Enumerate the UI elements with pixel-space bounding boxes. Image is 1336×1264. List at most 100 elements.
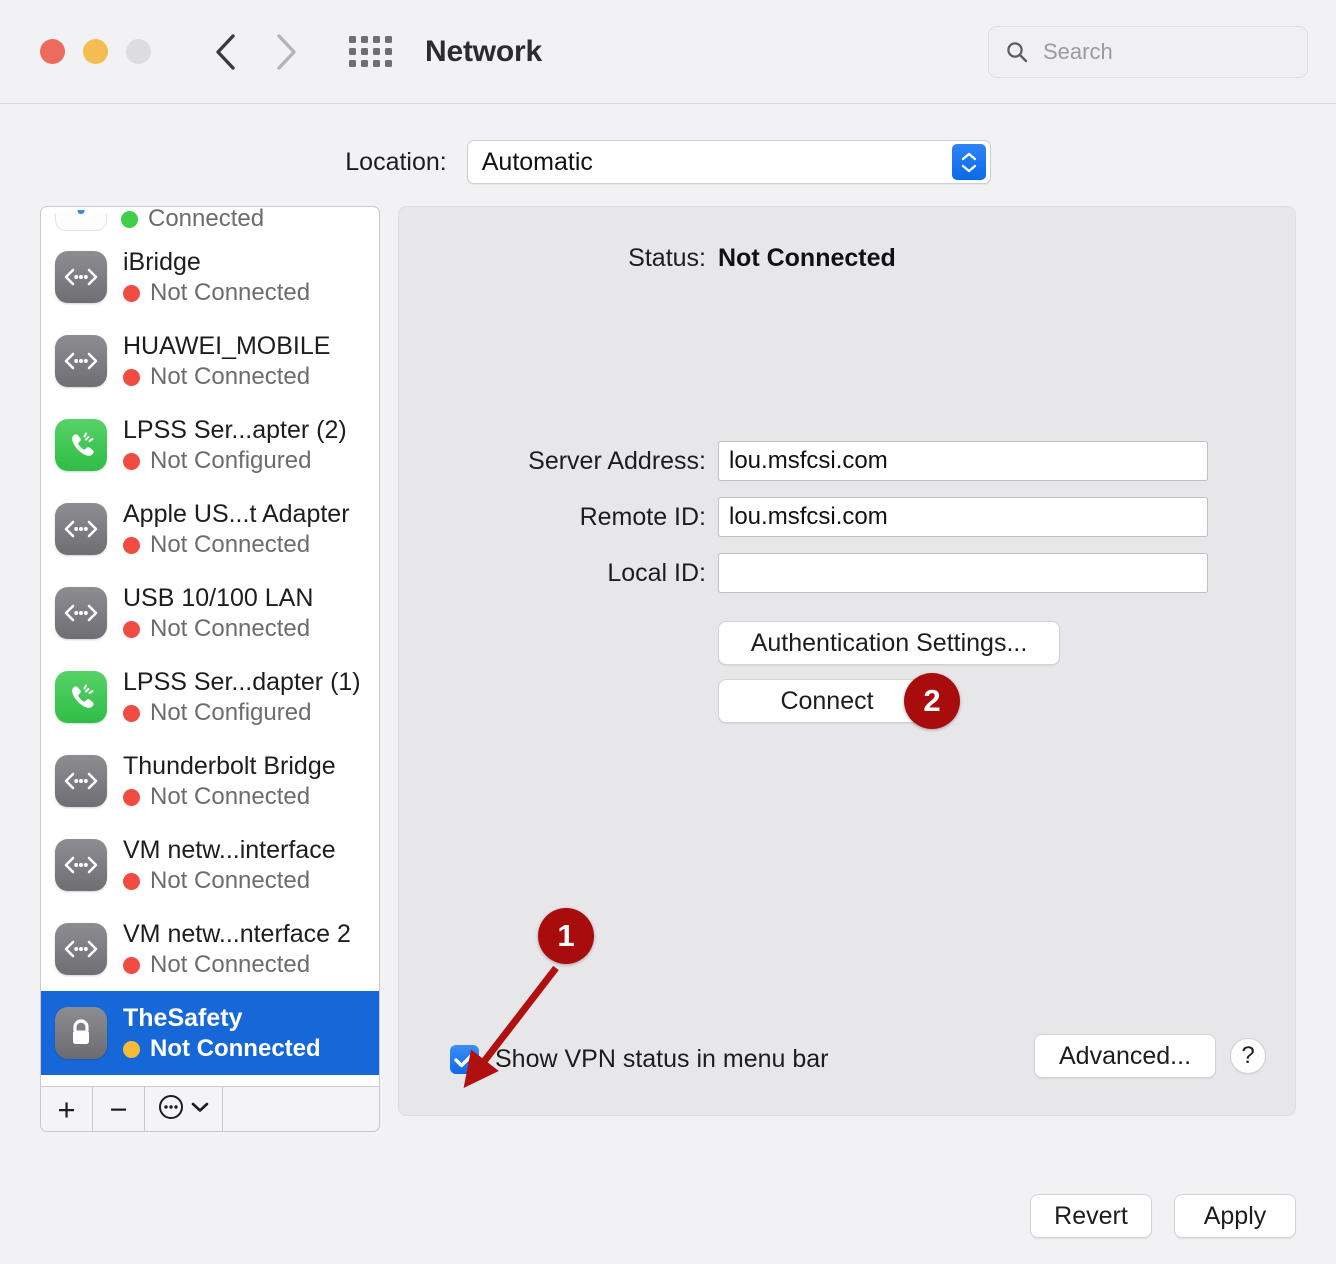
location-label: Location: <box>345 148 446 177</box>
search-field[interactable]: Search <box>988 26 1308 78</box>
back-button[interactable] <box>203 29 249 75</box>
remote-id-row: Remote ID: lou.msfcsi.com <box>398 497 1296 537</box>
list-item[interactable]: LPSS Ser...apter (2) Not Configured <box>41 403 379 487</box>
server-address-input[interactable]: lou.msfcsi.com <box>718 441 1208 481</box>
status-badge: Not Configured <box>123 449 347 473</box>
minimize-button[interactable] <box>83 39 108 64</box>
status-dot-red <box>123 789 140 806</box>
status-dot-red <box>123 453 140 470</box>
server-address-label: Server Address: <box>398 447 718 476</box>
zoom-button[interactable] <box>126 39 151 64</box>
list-item-status: Not Connected <box>150 617 310 641</box>
add-service-button[interactable]: + <box>41 1087 93 1131</box>
ethernet-icon <box>55 587 107 639</box>
status-dot-red <box>123 369 140 386</box>
list-item-name: LPSS Ser...apter (2) <box>123 416 347 444</box>
layout-spacer <box>398 679 718 723</box>
service-actions-button[interactable] <box>145 1087 223 1131</box>
revert-button[interactable]: Revert <box>1030 1194 1152 1238</box>
status-dot-red <box>123 873 140 890</box>
services-list[interactable]: Connected iBridge Not Connected <box>40 206 380 1086</box>
list-item[interactable]: iBridge Not Connected <box>41 235 379 319</box>
remote-id-label: Remote ID: <box>398 503 718 532</box>
status-dot-yellow <box>123 1041 140 1058</box>
list-item-info: iBridge Not Connected <box>123 249 310 306</box>
connect-row: Connect 2 <box>398 679 1296 723</box>
ethernet-icon <box>55 251 107 303</box>
traffic-lights <box>40 39 151 64</box>
list-item-name: TheSafety <box>123 1004 242 1032</box>
list-item-status: Not Connected <box>150 281 310 305</box>
list-item-name: Apple US...t Adapter <box>123 500 350 528</box>
close-button[interactable] <box>40 39 65 64</box>
status-dot-red <box>123 957 140 974</box>
modem-icon <box>55 671 107 723</box>
list-item-status: Not Connected <box>150 953 310 977</box>
forward-button[interactable] <box>263 29 309 75</box>
list-item-info: Apple US...t Adapter Not Connected <box>123 501 350 558</box>
auth-settings-row: Authentication Settings... <box>398 621 1296 665</box>
ethernet-icon <box>55 503 107 555</box>
footer-actions: Revert Apply <box>1030 1194 1296 1238</box>
advanced-row: Advanced... ? <box>1034 1034 1266 1078</box>
list-item-thesafety[interactable]: TheSafety Not Connected <box>41 991 379 1075</box>
status-badge: Connected <box>121 207 264 231</box>
ethernet-icon <box>55 335 107 387</box>
list-item[interactable]: USB 10/100 LAN Not Connected <box>41 571 379 655</box>
list-item-name: VM netw...interface <box>123 836 336 864</box>
list-item-status: Not Configured <box>150 449 311 473</box>
authentication-settings-button[interactable]: Authentication Settings... <box>718 621 1060 665</box>
minus-icon: − <box>109 1094 127 1125</box>
show-vpn-status-row[interactable]: Show VPN status in menu bar <box>450 1045 829 1074</box>
advanced-button[interactable]: Advanced... <box>1034 1034 1216 1078</box>
list-item-status: Not Connected <box>150 365 310 389</box>
list-item[interactable]: Thunderbolt Bridge Not Connected <box>41 739 379 823</box>
list-item-info: Thunderbolt Bridge Not Connected <box>123 753 336 810</box>
list-item-status: Not Connected <box>150 785 310 809</box>
apply-button[interactable]: Apply <box>1174 1194 1296 1238</box>
status-row: Status: Not Connected <box>398 206 1296 273</box>
status-value: Not Connected <box>718 244 896 273</box>
status-dot-red <box>123 621 140 638</box>
status-dot-green <box>121 211 138 228</box>
list-item-info: LPSS Ser...dapter (1) Not Configured <box>123 669 361 726</box>
status-badge: Not Connected <box>123 785 336 809</box>
main-content: Connected iBridge Not Connected <box>0 184 1336 1132</box>
toolbar-filler <box>223 1087 379 1131</box>
status-badge: Not Connected <box>123 869 336 893</box>
layout-spacer <box>398 621 718 665</box>
list-item-info: VM netw...interface Not Connected <box>123 837 336 894</box>
list-item[interactable]: VM netw...interface Not Connected <box>41 823 379 907</box>
remove-service-button[interactable]: − <box>93 1087 145 1131</box>
list-item[interactable]: Apple US...t Adapter Not Connected <box>41 487 379 571</box>
list-item[interactable]: HUAWEI_MOBILE Not Connected <box>41 319 379 403</box>
page-title: Network <box>425 35 542 69</box>
local-id-input[interactable] <box>718 553 1208 593</box>
location-select[interactable]: Automatic <box>467 140 991 184</box>
list-item-clipped[interactable]: Connected <box>41 207 379 235</box>
list-item-status: Not Connected <box>150 533 310 557</box>
list-item-info: LPSS Ser...apter (2) Not Configured <box>123 417 347 474</box>
remote-id-input[interactable]: lou.msfcsi.com <box>718 497 1208 537</box>
local-id-label: Local ID: <box>398 559 718 588</box>
help-button[interactable]: ? <box>1230 1038 1266 1074</box>
status-badge: Not Connected <box>123 1037 321 1061</box>
list-item-name: VM netw...nterface 2 <box>123 920 351 948</box>
list-item-info: HUAWEI_MOBILE Not Connected <box>123 333 330 390</box>
show-vpn-status-checkbox[interactable] <box>450 1045 479 1074</box>
list-item-info: USB 10/100 LAN Not Connected <box>123 585 313 642</box>
chevron-updown-icon <box>952 144 986 180</box>
ellipsis-circle-icon <box>158 1094 184 1125</box>
show-all-grid-icon[interactable] <box>347 31 393 73</box>
plus-icon: + <box>57 1094 75 1125</box>
search-placeholder: Search <box>1043 39 1113 65</box>
modem-icon <box>55 419 107 471</box>
server-address-row: Server Address: lou.msfcsi.com <box>398 441 1296 481</box>
list-item[interactable]: VM netw...nterface 2 Not Connected <box>41 907 379 991</box>
list-item-info: VM netw...nterface 2 Not Connected <box>123 921 351 978</box>
list-item[interactable]: LPSS Ser...dapter (1) Not Configured <box>41 655 379 739</box>
status-dot-red <box>123 705 140 722</box>
local-id-row: Local ID: <box>398 553 1296 593</box>
list-item-info: TheSafety Not Connected <box>123 1005 321 1062</box>
show-vpn-status-label: Show VPN status in menu bar <box>495 1045 829 1074</box>
